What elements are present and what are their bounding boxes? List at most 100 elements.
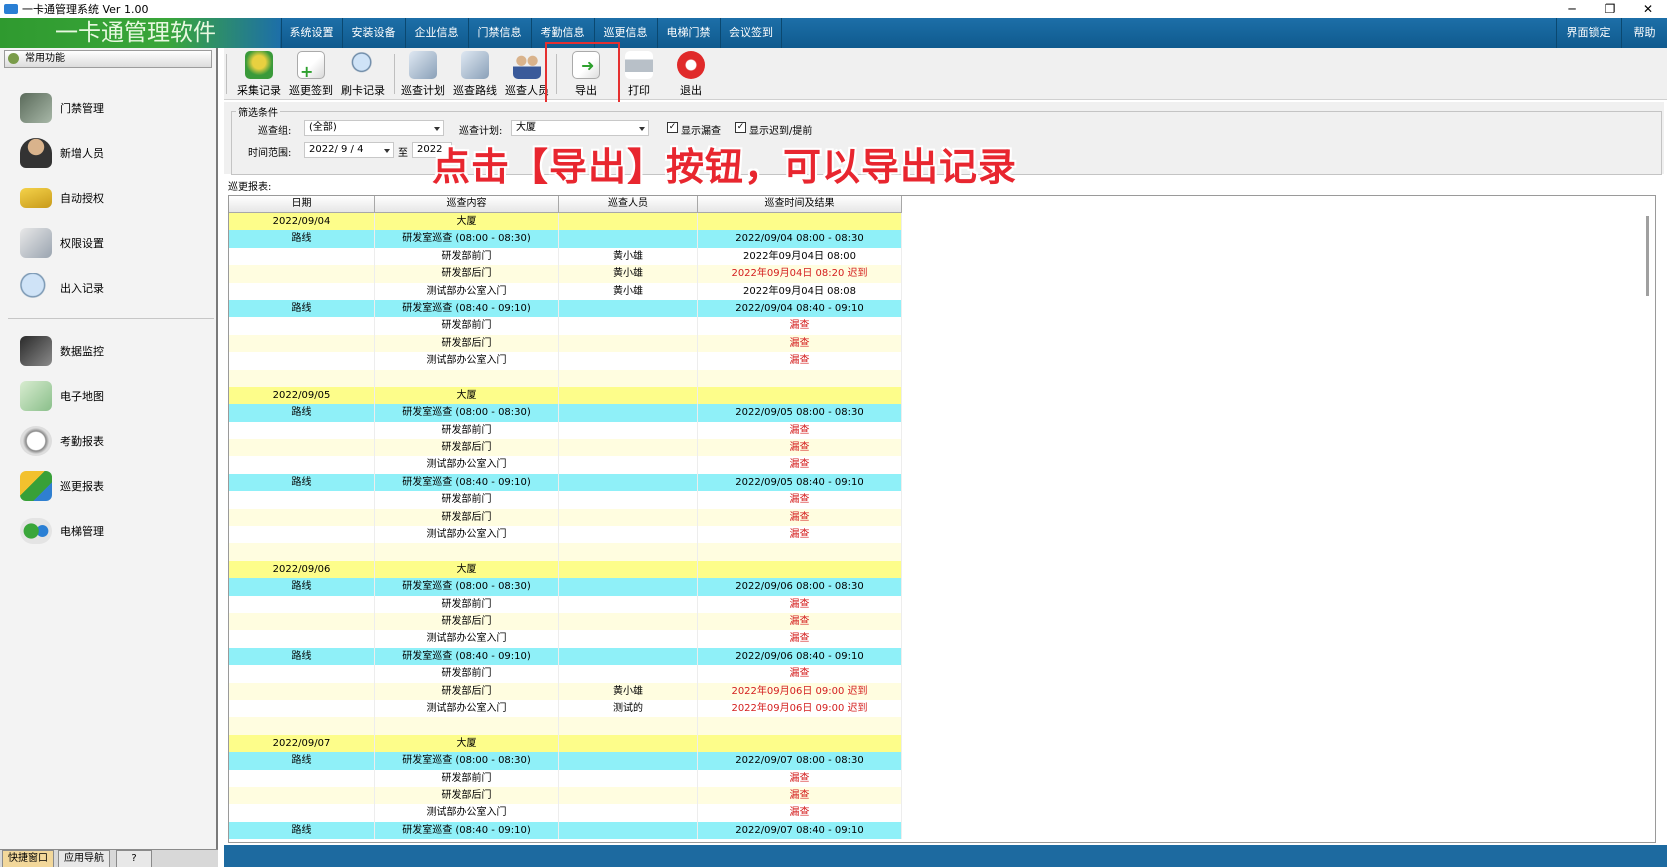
minimize-button[interactable]: ─: [1553, 0, 1591, 18]
sidebar-item-elevator[interactable]: 电梯管理: [16, 512, 104, 550]
tab-app-nav[interactable]: 应用导航: [58, 850, 110, 867]
restore-button[interactable]: ❐: [1591, 0, 1629, 18]
table-row[interactable]: 2022/09/07 大厦: [229, 734, 902, 753]
column-header-date[interactable]: 日期: [229, 196, 375, 212]
sidebar-item-permissions[interactable]: 权限设置: [16, 224, 104, 262]
menu-system-settings[interactable]: 系统设置: [281, 18, 341, 48]
table-cell: [375, 369, 559, 387]
sidebar-item-data-monitor[interactable]: 数据监控: [16, 332, 104, 370]
column-header-staff[interactable]: 巡查人员: [559, 196, 698, 212]
patrol-plan-button[interactable]: 巡查计划: [398, 51, 448, 99]
table-cell: 漏查: [698, 804, 902, 822]
table-row[interactable]: 测试部办公室入门 黄小雄 2022年09月04日 08:08: [229, 282, 902, 300]
table-row[interactable]: 研发部后门 黄小雄 2022年09月04日 08:20 迟到: [229, 265, 902, 283]
sidebar-item-auto-authorize[interactable]: 自动授权: [16, 179, 104, 217]
table-cell: [698, 386, 902, 405]
tab-quick-window[interactable]: 快捷窗口: [2, 850, 54, 867]
menu-help[interactable]: 帮助: [1621, 18, 1667, 48]
menu-elevator-access[interactable]: 电梯门禁: [657, 18, 719, 48]
table-row[interactable]: 路线 研发室巡查 (08:40 - 09:10) 2022/09/04 08:40 …: [229, 299, 902, 318]
table-row[interactable]: [229, 543, 902, 561]
toolbar-label: 巡查计划: [401, 84, 445, 97]
swipe-records-button[interactable]: 刷卡记录: [338, 51, 388, 99]
table-row[interactable]: 测试部办公室入门 漏查: [229, 804, 902, 822]
close-button[interactable]: ✕: [1629, 0, 1667, 18]
show-missed-checkbox[interactable]: ✓: [667, 122, 678, 133]
menu-access-info[interactable]: 门禁信息: [468, 18, 530, 48]
table-row[interactable]: 2022/09/05 大厦: [229, 386, 902, 405]
patrol-signin-button[interactable]: + 巡更签到: [286, 51, 336, 99]
column-header-content[interactable]: 巡查内容: [375, 196, 559, 212]
menu-company-info[interactable]: 企业信息: [405, 18, 467, 48]
table-cell: 2022/09/04 08:40 - 09:10: [698, 299, 902, 318]
table-row[interactable]: 研发部后门 漏查: [229, 439, 902, 457]
patrol-report-grid[interactable]: 日期 巡查内容 巡查人员 巡查时间及结果 2022/09/04 大厦 路线 研发室巡查…: [228, 195, 1656, 843]
table-row[interactable]: 2022/09/04 大厦: [229, 213, 902, 231]
sidebar-item-access-control[interactable]: 门禁管理: [16, 89, 104, 127]
sidebar-item-entry-records[interactable]: 出入记录: [16, 269, 104, 307]
table-row[interactable]: 研发部前门 漏查: [229, 317, 902, 335]
table-row[interactable]: 2022/09/06 大厦: [229, 560, 902, 579]
table-row[interactable]: 研发部前门 漏查: [229, 595, 902, 613]
vertical-scrollbar[interactable]: [1641, 213, 1655, 842]
table-row[interactable]: 路线 研发室巡查 (08:40 - 09:10) 2022/09/07 08:40 …: [229, 821, 902, 840]
table-row[interactable]: 路线 研发室巡查 (08:00 - 08:30) 2022/09/07 08:00 …: [229, 752, 902, 770]
print-button[interactable]: 打印: [614, 51, 664, 99]
table-row[interactable]: 研发部前门 漏查: [229, 491, 902, 509]
sidebar-item-patrol-report[interactable]: 巡更报表: [16, 467, 104, 505]
menu-lock-ui[interactable]: 界面锁定: [1556, 18, 1620, 48]
table-cell: 2022年09月06日 09:00 迟到: [698, 699, 902, 718]
date-from-picker[interactable]: 2022/ 9 / 4: [304, 142, 394, 158]
menu-meeting-signin[interactable]: 会议签到: [720, 18, 782, 48]
sidebar-item-attendance-report[interactable]: 考勤报表: [16, 422, 104, 460]
show-missed-label: 显示漏查: [681, 126, 721, 137]
table-row[interactable]: 路线 研发室巡查 (08:00 - 08:30) 2022/09/05 08:00 …: [229, 404, 902, 422]
table-row[interactable]: 路线 研发室巡查 (08:40 - 09:10) 2022/09/06 08:40 …: [229, 647, 902, 666]
table-cell: 2022/09/06 08:00 - 08:30: [698, 578, 902, 596]
table-row[interactable]: 测试部办公室入门 漏查: [229, 526, 902, 544]
table-row[interactable]: 研发部后门 漏查: [229, 612, 902, 631]
table-row[interactable]: 研发部后门 漏查: [229, 786, 902, 805]
sidebar-item-label: 新增人员: [60, 147, 104, 160]
table-cell: [229, 612, 375, 631]
table-row[interactable]: 研发部前门 漏查: [229, 665, 902, 683]
column-header-result[interactable]: 巡查时间及结果: [698, 196, 902, 212]
sidebar-item-add-person[interactable]: 新增人员: [16, 134, 104, 172]
patrol-plan-select[interactable]: 大厦: [511, 120, 649, 136]
table-row[interactable]: 研发部前门 漏查: [229, 421, 902, 440]
collect-records-button[interactable]: 采集记录: [234, 51, 284, 99]
table-cell: 研发部后门: [375, 786, 559, 805]
table-row[interactable]: 研发部后门 漏查: [229, 334, 902, 353]
table-row[interactable]: 研发部后门 漏查: [229, 508, 902, 527]
sidebar-item-label: 权限设置: [60, 237, 104, 250]
sidebar-header[interactable]: 常用功能: [4, 50, 212, 68]
table-cell: 漏查: [698, 352, 902, 370]
table-cell: 研发室巡查 (08:00 - 08:30): [375, 578, 559, 596]
table-cell: [229, 682, 375, 700]
sidebar-item-e-map[interactable]: 电子地图: [16, 377, 104, 415]
table-row[interactable]: [229, 717, 902, 735]
table-row[interactable]: 路线 研发室巡查 (08:00 - 08:30) 2022/09/06 08:00 …: [229, 578, 902, 596]
table-row[interactable]: [229, 369, 902, 387]
table-cell: 2022年09月04日 08:00: [698, 247, 902, 266]
table-row[interactable]: 研发部后门 黄小雄 2022年09月06日 09:00 迟到: [229, 682, 902, 700]
table-cell: [559, 404, 698, 422]
table-row[interactable]: 路线 研发室巡查 (08:40 - 09:10) 2022/09/05 08:40 …: [229, 473, 902, 492]
table-row[interactable]: 研发部前门 黄小雄 2022年09月04日 08:00: [229, 247, 902, 266]
patrol-group-select[interactable]: (全部): [304, 120, 444, 136]
table-cell: [375, 717, 559, 735]
patrol-route-button[interactable]: 巡查路线: [450, 51, 500, 99]
table-row[interactable]: 路线 研发室巡查 (08:00 - 08:30) 2022/09/04 08:00 …: [229, 230, 902, 248]
help-icon[interactable]: ?: [116, 850, 152, 867]
table-row[interactable]: 测试部办公室入门 漏查: [229, 630, 902, 648]
table-row[interactable]: 测试部办公室入门 测试的 2022年09月06日 09:00 迟到: [229, 699, 902, 718]
table-cell: 研发部后门: [375, 334, 559, 353]
show-late-checkbox[interactable]: ✓: [735, 122, 746, 133]
exit-button[interactable]: 退出: [666, 51, 716, 99]
menu-install-devices[interactable]: 安装设备: [342, 18, 404, 48]
table-row[interactable]: 测试部办公室入门 漏查: [229, 456, 902, 474]
toolbar-label: 刷卡记录: [341, 84, 385, 97]
table-row[interactable]: 研发部前门 漏查: [229, 769, 902, 787]
scrollbar-thumb[interactable]: [1646, 216, 1649, 296]
table-row[interactable]: 测试部办公室入门 漏查: [229, 352, 902, 370]
